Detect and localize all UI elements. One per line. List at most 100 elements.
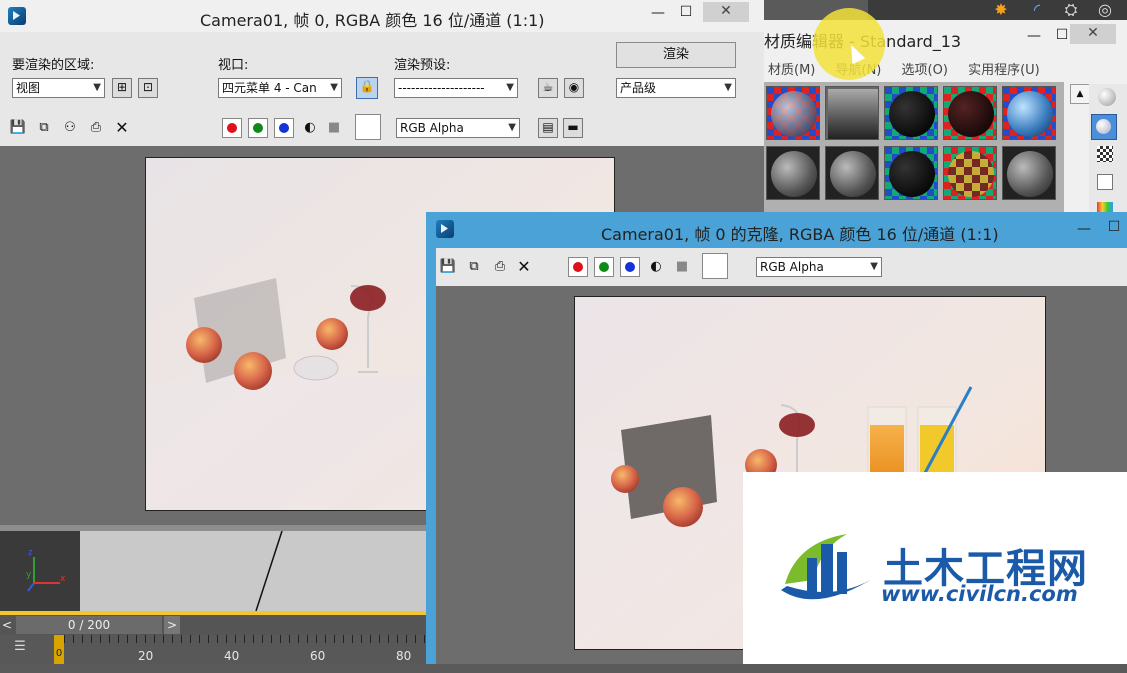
viewport-axes-gizmo: z y x <box>0 531 80 611</box>
axis-x-label: x <box>60 574 66 584</box>
time-prev-button[interactable]: < <box>2 617 16 633</box>
area-select[interactable]: 视图 ▼ <box>12 78 105 98</box>
toggle-ui-icon[interactable]: ▬ <box>563 118 583 138</box>
viewport-preview[interactable] <box>80 530 430 612</box>
print-icon[interactable]: ⎙ <box>86 118 106 138</box>
material-menu-bar: 材质(M) 导航(N) 选项(O) 实用程序(U) <box>768 59 1040 78</box>
clone-toolbar: 💾 ⧉ ⎙ ✕ ◐ ■ RGB Alpha ▼ <box>436 248 1127 286</box>
green-channel-toggle[interactable] <box>248 118 268 138</box>
copy-image-icon[interactable]: ⧉ <box>34 118 54 138</box>
material-slot-1[interactable] <box>766 86 820 140</box>
material-slot-5[interactable] <box>1002 86 1056 140</box>
clone-print-icon[interactable]: ⎙ <box>490 257 510 277</box>
material-minimize-button[interactable]: — <box>1022 27 1046 47</box>
render-button[interactable]: 渲染 <box>616 42 736 68</box>
edit-region-icon[interactable]: ⊞ <box>112 78 132 98</box>
toggle-ui-overlay-icon[interactable]: ▤ <box>538 118 558 138</box>
material-slot-2[interactable] <box>825 86 879 140</box>
clone-color-swatch[interactable] <box>702 253 728 279</box>
clone-copy-image-icon[interactable]: ⧉ <box>464 257 484 277</box>
clone-save-image-icon[interactable]: 💾 <box>438 257 458 277</box>
chevron-down-icon: ▼ <box>724 82 732 93</box>
clone-red-channel-toggle[interactable] <box>568 257 588 277</box>
render-setup-icon[interactable]: ☕ <box>538 78 558 98</box>
channel-select[interactable]: RGB Alpha ▼ <box>396 118 520 138</box>
render-icon[interactable]: ◎ <box>1092 0 1118 20</box>
channel-select-value: RGB Alpha <box>400 121 464 135</box>
current-frame-marker[interactable]: 0 <box>54 635 64 664</box>
preset-label: 渲染预设: <box>394 58 451 73</box>
environment-icon[interactable]: ◉ <box>564 78 584 98</box>
background-icon[interactable] <box>1097 146 1113 162</box>
material-slots <box>764 82 1064 220</box>
chevron-down-icon: ▼ <box>870 261 878 272</box>
watermark-panel: 土木工程网 www.civilcn.com <box>743 472 1127 664</box>
lock-icon[interactable]: 🔒 <box>356 77 378 99</box>
clone-alpha-channel-icon[interactable]: ◐ <box>646 257 666 277</box>
color-swatch[interactable] <box>355 114 381 140</box>
time-next-button[interactable]: > <box>164 616 180 634</box>
clone-titlebar[interactable]: Camera01, 帧 0 的克隆, RGBA 颜色 16 位/通道 (1:1)… <box>426 212 1127 248</box>
tick-label-60: 60 <box>310 649 326 663</box>
track-bar[interactable]: ☰ 0 20 40 60 80 <box>0 635 430 664</box>
render-controls-panel: 要渲染的区域: 视图 ▼ ⊞ ⊡ 视口: 四元菜单 4 - Can ▼ 🔒 渲染… <box>0 32 764 146</box>
sun-icon[interactable]: ✸ <box>988 0 1014 20</box>
material-slot-8[interactable] <box>884 146 938 200</box>
backlight-icon[interactable] <box>1091 114 1117 140</box>
viewport-line-svg <box>255 530 283 612</box>
cursor-highlight <box>813 8 885 80</box>
auto-region-icon[interactable]: ⊡ <box>138 78 158 98</box>
material-slot-7[interactable] <box>825 146 879 200</box>
bottom-area: z y x < 0 / 200 > ☰ 0 20 40 60 80 <box>0 525 430 664</box>
axis-z-label: z <box>28 548 33 558</box>
material-slot-4[interactable] <box>943 86 997 140</box>
teapot-icon[interactable]: ⛭ <box>1058 0 1084 20</box>
material-close-button[interactable]: ✕ <box>1070 24 1116 44</box>
minimize-button[interactable]: — <box>646 4 670 24</box>
scroll-up-icon[interactable]: ▲ <box>1070 84 1090 104</box>
uv-tiling-icon[interactable] <box>1097 174 1113 190</box>
menu-material[interactable]: 材质(M) <box>768 63 815 78</box>
save-image-icon[interactable]: 💾 <box>8 118 28 138</box>
frame-counter[interactable]: 0 / 200 <box>16 616 162 634</box>
clone-channel-select[interactable]: RGB Alpha ▼ <box>756 257 882 277</box>
tick-label-40: 40 <box>224 649 240 663</box>
main-toolbar-strip: ✸ ◜ ⛭ ◎ <box>868 0 1127 20</box>
viewport-select-value: 四元菜单 4 - Can <box>222 81 317 95</box>
menu-utilities[interactable]: 实用程序(U) <box>968 63 1040 78</box>
arc-icon[interactable]: ◜ <box>1024 0 1050 20</box>
alpha-channel-icon[interactable]: ◐ <box>300 118 320 138</box>
time-slider[interactable]: < 0 / 200 > <box>0 615 430 635</box>
axes-svg: z y x <box>26 548 66 592</box>
sample-type-icon[interactable] <box>1098 88 1116 106</box>
monochrome-icon[interactable]: ■ <box>324 118 344 138</box>
blue-channel-toggle[interactable] <box>274 118 294 138</box>
close-button[interactable]: ✕ <box>703 2 749 22</box>
production-select[interactable]: 产品级 ▼ <box>616 78 736 98</box>
material-slot-3[interactable] <box>884 86 938 140</box>
clone-clear-icon[interactable]: ✕ <box>514 257 534 277</box>
clone-maximize-button[interactable]: ☐ <box>1102 218 1126 238</box>
clone-app-logo-icon <box>436 220 454 238</box>
clone-window-icon[interactable]: ⚇ <box>60 118 80 138</box>
clone-minimize-button[interactable]: — <box>1072 220 1096 240</box>
app-logo-icon <box>8 7 26 25</box>
material-slot-10[interactable] <box>1002 146 1056 200</box>
preset-select[interactable]: -------------------- ▼ <box>394 78 518 98</box>
maximize-button[interactable]: ☐ <box>674 3 698 23</box>
clone-green-channel-toggle[interactable] <box>594 257 614 277</box>
brand-url: www.civilcn.com <box>881 582 1078 606</box>
chevron-down-icon: ▼ <box>508 122 516 133</box>
clone-monochrome-icon[interactable]: ■ <box>672 257 692 277</box>
track-bar-icon[interactable]: ☰ <box>6 639 34 659</box>
render-frame-titlebar[interactable]: Camera01, 帧 0, RGBA 颜色 16 位/通道 (1:1) — ☐… <box>0 0 764 32</box>
window-title: Camera01, 帧 0, RGBA 颜色 16 位/通道 (1:1) <box>200 11 545 30</box>
viewport-select[interactable]: 四元菜单 4 - Can ▼ <box>218 78 342 98</box>
clone-blue-channel-toggle[interactable] <box>620 257 640 277</box>
red-channel-toggle[interactable] <box>222 118 242 138</box>
material-slot-9[interactable] <box>943 146 997 200</box>
menu-options[interactable]: 选项(O) <box>902 63 948 78</box>
clear-icon[interactable]: ✕ <box>112 118 132 138</box>
material-slot-6[interactable] <box>766 146 820 200</box>
axis-y-label: y <box>26 570 32 580</box>
